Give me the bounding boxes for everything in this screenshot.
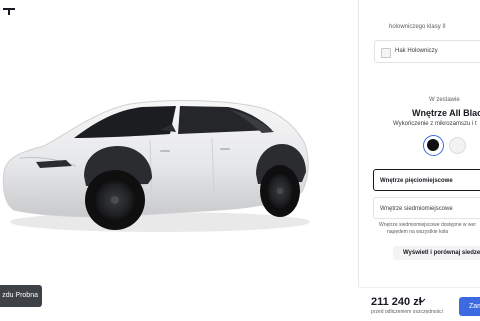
tesla-logo-icon[interactable] [3, 8, 15, 15]
seat-seven-note-line2: napędem na wszystkie koła [387, 229, 449, 235]
tow-hitch-checkbox[interactable] [381, 48, 391, 58]
interior-title: Wnętrze All Black [412, 108, 480, 118]
car-image [0, 80, 320, 245]
price-value[interactable]: 211 240 zł [371, 296, 422, 308]
order-button[interactable]: Zam [459, 297, 480, 316]
config-panel: holowniczego klasy II Hak Holowniczy W z… [358, 0, 480, 320]
interior-swatch-white[interactable] [449, 137, 466, 154]
price-bar: 211 240 zł przed odliczeniem oszczędnośc… [358, 287, 480, 321]
swatch-black-fill [427, 139, 439, 151]
price-note: przed odliczeniem oszczędności [371, 309, 443, 315]
chevron-down-icon[interactable] [418, 298, 426, 304]
tow-hitch-label: Hak Holowniczy [395, 48, 438, 54]
tow-hitch-option[interactable]: Hak Holowniczy [374, 40, 480, 63]
demo-drive-button[interactable]: zdu Probna [0, 285, 42, 307]
tow-note: holowniczego klasy II [389, 24, 446, 30]
interior-subtitle: Wykończenie z mikrozamszu i t [393, 121, 477, 127]
seat-seven-note-line1: Wnętrze siedmiomiejscowe dostępne w wer [379, 222, 476, 228]
seat-seven-option[interactable]: Wnętrze siedmiomiejscowe [373, 197, 480, 219]
seat-five-option[interactable]: Wnętrze pięciomiejscowe [373, 169, 480, 191]
seat-seven-note: Wnętrze siedmiomiejscowe dostępne w wer … [379, 222, 476, 236]
interior-swatch-black[interactable] [423, 135, 444, 156]
compare-seats-button[interactable]: Wyświetl i porównaj siedze [393, 246, 480, 260]
vehicle-viewer: zdu Probna [0, 0, 358, 320]
standard-label: W zestawie [429, 97, 460, 103]
